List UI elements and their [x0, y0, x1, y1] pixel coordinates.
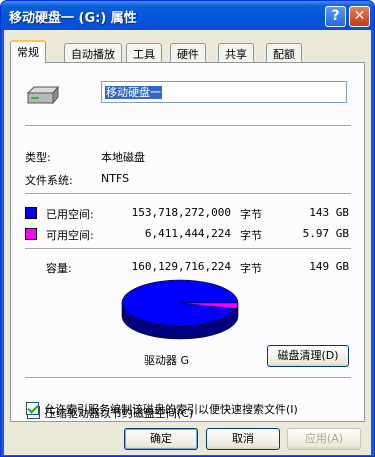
disk-usage-pie-chart [121, 279, 239, 340]
used-space-size: 143 GB [309, 206, 349, 219]
free-color-swatch [25, 228, 37, 240]
used-space-unit: 字节 [240, 208, 262, 221]
tab-general[interactable]: 常规 [10, 40, 46, 63]
divider [25, 125, 351, 127]
used-color-swatch [25, 207, 37, 219]
capacity-unit: 字节 [240, 262, 262, 275]
divider [25, 193, 351, 195]
general-panel: 移动硬盘一 类型: 本地磁盘 文件系统: NTFS 已用空间: 153,718,… [10, 62, 365, 422]
free-space-label: 可用空间: [46, 229, 94, 242]
used-space-label: 已用空间: [46, 208, 94, 221]
capacity-size: 149 GB [309, 260, 349, 273]
tab-sharing[interactable]: 共享 [218, 43, 254, 62]
filesystem-label: 文件系统: [25, 174, 73, 187]
dialog-client: 常规 自动播放 工具 硬件 共享 配额 移动硬盘一 类型: 本地磁盘 文件系统:… [4, 30, 371, 455]
used-space-bytes: 153,718,272,000 [131, 206, 231, 219]
free-space-size: 5.97 GB [302, 227, 349, 240]
divider [25, 248, 351, 250]
help-button[interactable]: ? [325, 6, 346, 27]
free-space-unit: 字节 [240, 229, 262, 242]
ok-button[interactable]: 确定 [124, 428, 198, 450]
window-title: 移动硬盘一 (G:) 属性 [9, 11, 137, 26]
drive-name-input[interactable]: 移动硬盘一 [101, 81, 347, 103]
tab-hardware[interactable]: 硬件 [170, 43, 206, 62]
divider [25, 377, 351, 379]
tab-autoplay[interactable]: 自动播放 [64, 43, 122, 62]
type-value: 本地磁盘 [101, 151, 145, 164]
tab-quota[interactable]: 配额 [266, 43, 302, 62]
type-label: 类型: [25, 151, 51, 164]
drive-letter-label: 驱动器 G [144, 354, 190, 367]
index-service-label: 允许索引服务编制该磁盘的索引以便快速搜索文件(I) [44, 403, 298, 416]
capacity-label: 容量: [46, 262, 72, 275]
apply-button[interactable]: 应用(A) [287, 428, 361, 450]
hard-drive-icon [26, 85, 59, 105]
free-space-bytes: 6,411,444,224 [144, 227, 231, 240]
properties-window: 移动硬盘一 (G:) 属性 ? ✕ 常规 自动播放 工具 硬件 共享 配额 移动… [0, 0, 375, 457]
close-button[interactable]: ✕ [349, 6, 370, 27]
capacity-bytes: 160,129,716,224 [131, 260, 231, 273]
tab-tools[interactable]: 工具 [126, 43, 162, 62]
disk-cleanup-button[interactable]: 磁盘清理(D) [267, 345, 349, 367]
cancel-button[interactable]: 取消 [206, 428, 280, 450]
title-bar[interactable]: 移动硬盘一 (G:) 属性 ? ✕ [1, 1, 374, 30]
index-service-checkbox[interactable] [26, 402, 39, 415]
drive-name-text: 移动硬盘一 [105, 86, 162, 99]
filesystem-value: NTFS [101, 172, 130, 185]
